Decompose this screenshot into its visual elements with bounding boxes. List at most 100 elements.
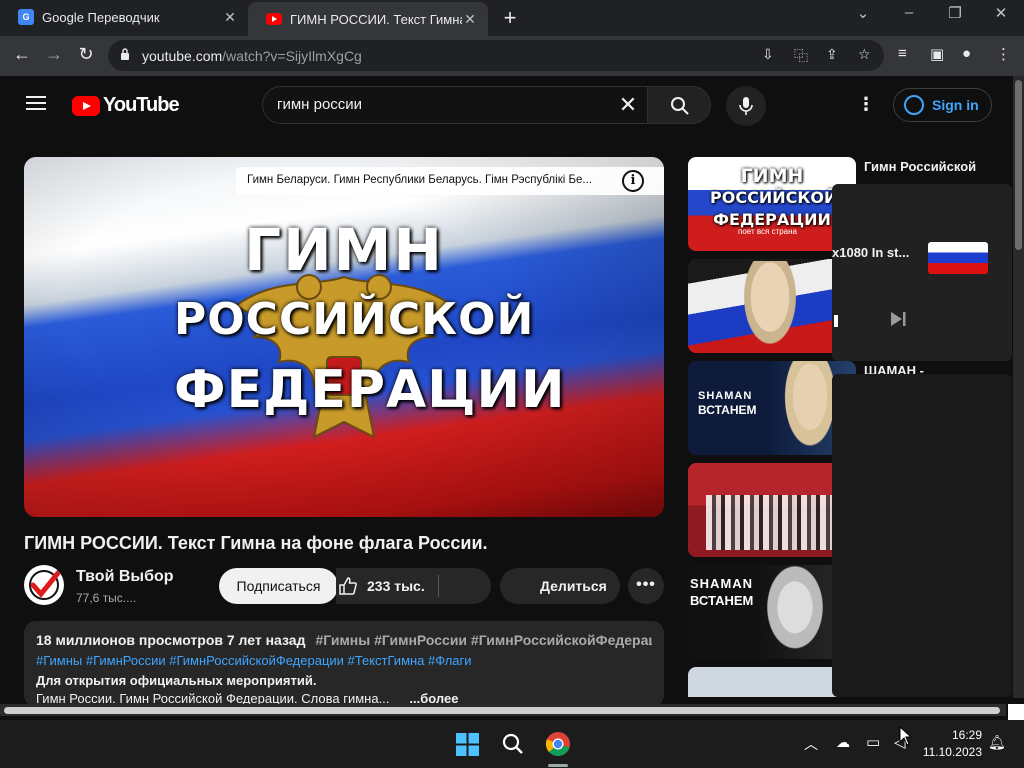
recommended-video-thumbnail[interactable] xyxy=(688,667,856,697)
stats-hashtags: #Гимны #ГимнРоссии #ГимнРоссийскойФедера… xyxy=(315,632,652,648)
views-and-date: 18 миллионов просмотров 7 лет назад xyxy=(36,632,306,648)
sign-in-button[interactable]: Sign in xyxy=(893,88,992,122)
share-page-icon[interactable]: ⇪ xyxy=(826,46,838,63)
video-player[interactable]: ГИМН РОССИЙСКОЙ ФЕДЕРАЦИИ Гимн Беларуси.… xyxy=(24,157,664,517)
horizontal-scrollbar[interactable] xyxy=(0,704,1006,716)
recommended-video-thumbnail[interactable]: ГИМН РОССИЙСКОЙ ФЕДЕРАЦИИ поет вся стран… xyxy=(688,157,856,251)
thumbnail-text-line: SHAMAN xyxy=(698,390,753,402)
description-text: Для открытия официальных мероприятий. xyxy=(36,673,317,688)
youtube-masthead: YouTube ✕ ⋮ Sign in xyxy=(0,76,1014,132)
view-stats: 18 миллионов просмотров 7 лет назад #Гимн… xyxy=(36,632,652,648)
search-box: ✕ xyxy=(262,86,648,124)
frame-text-line-3: ФЕДЕРАЦИИ xyxy=(174,360,566,420)
mouse-cursor-icon xyxy=(899,726,913,746)
tab-title: ГИМН РОССИИ. Текст Гимна на фоне флага Р… xyxy=(290,11,462,27)
forward-icon[interactable]: → xyxy=(42,44,66,65)
popup-caption: x1080 In st... xyxy=(832,245,910,260)
taskbar-search-icon[interactable] xyxy=(502,733,524,755)
recommended-video-thumbnail[interactable]: 3: xyxy=(688,463,856,557)
side-panel-icon[interactable]: ▣ xyxy=(930,45,944,63)
windows-start-icon[interactable] xyxy=(456,733,479,756)
channel-avatar[interactable] xyxy=(24,565,64,605)
youtube-play-logo-icon xyxy=(72,95,100,116)
browser-toolbar: ← → ↻ youtube.com/watch?v=SijyIlmXgCg ⇩ … xyxy=(0,36,1024,76)
like-dislike-group: 233 тыс. xyxy=(336,568,491,604)
chrome-menu-icon[interactable]: ⋮ xyxy=(996,45,1011,63)
scrollbar-thumb[interactable] xyxy=(1015,80,1022,250)
clear-search-icon[interactable]: ✕ xyxy=(615,93,641,117)
clock-date[interactable]: 11.10.2023 xyxy=(920,745,982,759)
reload-icon[interactable]: ↻ xyxy=(74,44,98,65)
profile-icon[interactable]: ● xyxy=(962,45,971,62)
recommended-video-thumbnail[interactable]: SHAMAN ВСТАНЕМ 4: xyxy=(688,361,856,455)
info-icon[interactable]: i xyxy=(622,170,644,192)
bookmark-star-icon[interactable]: ☆ xyxy=(858,46,871,63)
thumbnail-text: SHAMAN ВСТАНЕМ xyxy=(698,389,756,417)
like-divider xyxy=(438,575,439,597)
channel-name[interactable]: Твой Выбор xyxy=(76,568,174,586)
miniplayer-popup: x1080 In st... xyxy=(832,184,1012,361)
thumbnail-text-line: ГИМН xyxy=(740,165,804,187)
tab-title: Google Переводчик xyxy=(42,9,160,25)
media-control-icon[interactable]: ≡ xyxy=(898,45,907,62)
more-actions-icon[interactable]: ••• xyxy=(628,568,664,604)
thumbnail-text: ГИМН РОССИЙСКОЙ ФЕДЕРАЦИИ xyxy=(710,165,837,231)
tab-google-translate[interactable]: G Google Переводчик ✕ xyxy=(0,0,248,34)
skip-next-icon[interactable] xyxy=(889,310,907,328)
lock-icon xyxy=(121,48,129,60)
network-icon[interactable]: ▭ xyxy=(866,733,880,751)
new-tab-button[interactable]: + xyxy=(498,5,522,31)
search-input[interactable] xyxy=(277,96,607,113)
recommended-video-title[interactable]: Гимн Российской xyxy=(864,159,976,174)
singer-portrait xyxy=(740,261,800,351)
address-bar[interactable]: youtube.com/watch?v=SijyIlmXgCg ⇩ ⿻ ⇪ ☆ xyxy=(108,40,884,71)
frame-text-line-1: ГИМН xyxy=(244,216,444,284)
windows-taskbar: ︿ ☁ ▭ ◁ 16:29 11.10.2023 🔔︎ xyxy=(0,720,1024,768)
show-hidden-icons-chevron-icon[interactable]: ︿ xyxy=(804,734,818,754)
youtube-icon xyxy=(266,13,282,25)
share-button[interactable]: Делиться xyxy=(500,568,620,604)
subscribe-button[interactable]: Подписаться xyxy=(219,568,338,604)
translate-page-icon[interactable]: ⿻ xyxy=(794,46,808,66)
vertical-scrollbar[interactable] xyxy=(1013,76,1024,698)
install-app-icon[interactable]: ⇩ xyxy=(762,46,774,63)
minimize-icon[interactable]: – xyxy=(894,4,924,21)
scrollbar-corner xyxy=(1008,704,1024,720)
youtube-wordmark: YouTube xyxy=(103,94,180,116)
notification-bell-icon[interactable]: 🔔︎ xyxy=(988,734,1006,751)
thumbs-up-icon[interactable] xyxy=(338,576,358,596)
close-window-icon[interactable]: ✕ xyxy=(986,4,1016,22)
recommended-video-thumbnail[interactable]: SHAMAN ВСТАНЕМ 3: xyxy=(688,565,856,659)
search-button[interactable] xyxy=(647,86,711,124)
onedrive-cloud-icon[interactable]: ☁ xyxy=(836,734,850,751)
popup-thumbnail[interactable] xyxy=(928,242,988,274)
thumbnail-text-line: ВСТАНЕМ xyxy=(690,593,754,608)
close-tab-icon[interactable]: ✕ xyxy=(462,11,478,28)
google-translate-icon: G xyxy=(18,9,34,25)
settings-more-icon[interactable]: ⋮ xyxy=(856,94,876,114)
restore-icon[interactable]: ❐ xyxy=(940,4,970,22)
hashtag-links[interactable]: #Гимны #ГимнРоссии #ГимнРоссийскойФедера… xyxy=(36,653,652,668)
recommended-video-thumbnail[interactable]: 3: xyxy=(688,259,856,353)
frame-text-line-2: РОССИЙСКОЙ xyxy=(174,294,535,345)
tab-search-icon[interactable]: ⌄ xyxy=(848,4,878,22)
choir-on-stage xyxy=(706,495,836,550)
like-count[interactable]: 233 тыс. xyxy=(367,578,425,594)
back-icon[interactable]: ← xyxy=(10,44,34,65)
chrome-taskbar-icon[interactable] xyxy=(545,731,571,757)
thumbnail-subtext: поет вся страна xyxy=(738,227,797,236)
url-host: youtube.com xyxy=(142,48,223,64)
thumbnail-text-line: SHAMAN xyxy=(690,576,754,591)
voice-search-button[interactable] xyxy=(726,86,766,126)
clock-time[interactable]: 16:29 xyxy=(940,728,982,742)
close-tab-icon[interactable]: ✕ xyxy=(222,9,238,26)
thumbnail-text-line: ВСТАНЕМ xyxy=(698,403,757,417)
singer-portrait xyxy=(760,565,830,659)
description-box[interactable]: 18 миллионов просмотров 7 лет назад #Гимн… xyxy=(24,621,664,707)
hamburger-menu-icon[interactable] xyxy=(26,96,46,110)
youtube-logo[interactable]: YouTube xyxy=(72,94,180,117)
progress-marker xyxy=(834,315,838,327)
tab-youtube-video[interactable]: ГИМН РОССИИ. Текст Гимна на фоне флага Р… xyxy=(248,2,488,36)
scrollbar-thumb[interactable] xyxy=(4,707,1000,714)
info-card-teaser[interactable]: Гимн Беларуси. Гимн Республики Беларусь.… xyxy=(236,167,664,195)
